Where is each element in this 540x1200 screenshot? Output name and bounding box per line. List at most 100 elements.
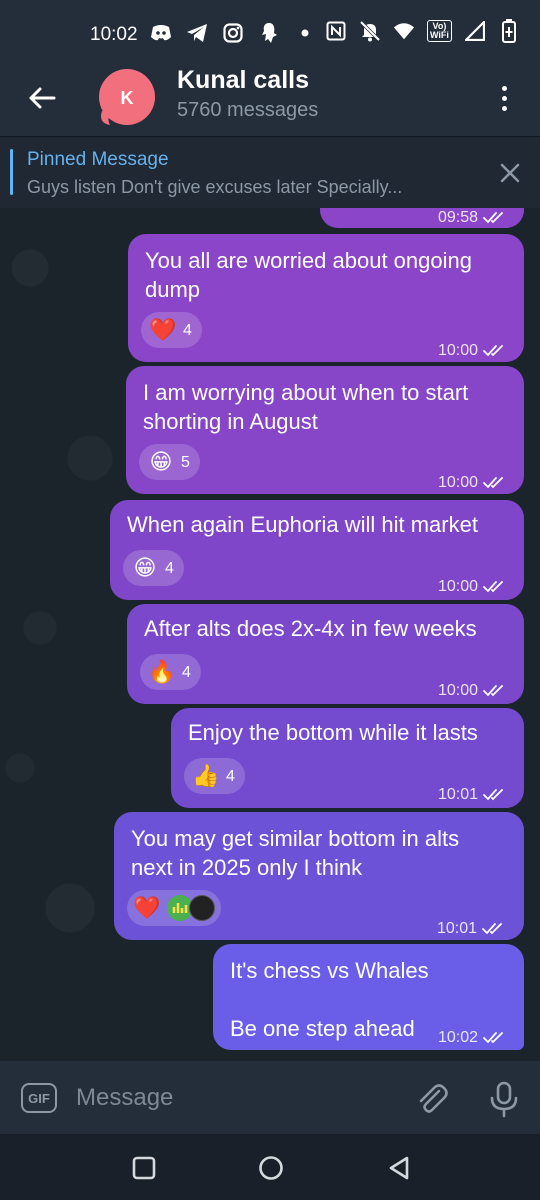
- volte-icon: Vo) WiFi: [427, 20, 452, 42]
- dot-icon: [294, 22, 316, 44]
- double-check-icon: [483, 344, 503, 356]
- double-check-icon: [482, 922, 502, 934]
- system-navigation-bar: [0, 1134, 540, 1200]
- message-text: You all are worried about ongoing dump: [145, 248, 472, 302]
- reaction-chip[interactable]: 😁 4: [123, 550, 184, 586]
- attach-button[interactable]: [412, 1079, 452, 1119]
- message-time: 09:58: [438, 208, 507, 232]
- time-text: 09:58: [438, 209, 479, 226]
- heart-emoji-icon: ❤️: [149, 317, 177, 342]
- message-text: It's chess vs Whales Be one step ahead: [230, 958, 429, 1041]
- message-composer: GIF: [0, 1061, 540, 1134]
- time-text: 10:00: [438, 682, 479, 699]
- chat-area[interactable]: ❤️ 09:58 You all are worried about ongoi…: [0, 208, 540, 1061]
- reaction-chip[interactable]: ❤️ 4: [141, 312, 202, 348]
- avatar[interactable]: K: [96, 67, 158, 129]
- message-bubble[interactable]: After alts does 2x-4x in few weeks 🔥 4 1…: [127, 604, 524, 704]
- dot: [501, 95, 507, 101]
- double-check-icon: [483, 211, 503, 223]
- square-icon: [132, 1156, 156, 1180]
- dot: [501, 105, 507, 111]
- reaction-count: 4: [226, 767, 235, 785]
- message-time: 10:00: [438, 336, 507, 365]
- dot: [501, 85, 507, 91]
- snapchat-icon: [258, 22, 280, 44]
- heart-emoji-icon: ❤️: [133, 895, 161, 920]
- message-text: You may get similar bottom in alts next …: [131, 826, 460, 880]
- close-pinned-button[interactable]: [496, 159, 524, 187]
- message-time: 10:00: [438, 676, 507, 705]
- time-text: 10:01: [437, 920, 478, 937]
- paperclip-icon: [419, 1084, 448, 1113]
- reactor-avatar: [189, 895, 215, 921]
- chat-title[interactable]: Kunal calls: [177, 66, 309, 95]
- message-text: When again Euphoria will hit market: [127, 512, 478, 537]
- message-bubble[interactable]: I am worrying about when to start shorti…: [126, 366, 524, 494]
- message-time: 10:02: [438, 1023, 507, 1052]
- pinned-title: Pinned Message: [27, 149, 169, 170]
- message-bubble[interactable]: It's chess vs Whales Be one step ahead 1…: [213, 944, 524, 1050]
- message-bubble[interactable]: Enjoy the bottom while it lasts 👍 4 10:0…: [171, 708, 524, 808]
- avatar-letter: K: [121, 88, 134, 108]
- message-bubble[interactable]: ❤️ 09:58: [320, 208, 524, 228]
- message-time: 10:00: [438, 468, 507, 497]
- gif-button[interactable]: GIF: [21, 1083, 57, 1113]
- more-options-button[interactable]: [490, 80, 518, 116]
- pinned-indicator: [10, 149, 13, 195]
- message-text: After alts does 2x-4x in few weeks: [144, 616, 477, 641]
- reaction-count: 5: [181, 453, 190, 471]
- time-text: 10:02: [438, 1029, 479, 1046]
- time-text: 10:00: [438, 342, 479, 359]
- back-button[interactable]: [22, 78, 62, 118]
- microphone-button[interactable]: [484, 1079, 524, 1119]
- time-text: 10:01: [438, 786, 479, 803]
- message-count: 5760 messages: [177, 99, 319, 121]
- telegram-icon: [186, 22, 208, 44]
- double-check-icon: [483, 1031, 503, 1043]
- message-text: I am worrying about when to start shorti…: [143, 380, 469, 434]
- nfc-icon: [325, 20, 347, 42]
- time-text: 10:00: [438, 474, 479, 491]
- pinned-message-bar[interactable]: Pinned Message Guys listen Don't give ex…: [0, 136, 540, 208]
- status-time: 10:02: [90, 24, 138, 45]
- message-text: Enjoy the bottom while it lasts: [188, 720, 478, 745]
- reaction-chip[interactable]: 😁 5: [139, 444, 200, 480]
- thumbs-up-emoji-icon: 👍: [192, 763, 220, 788]
- signal-icon: [464, 20, 486, 42]
- reaction-chip[interactable]: 👍 4: [184, 758, 245, 794]
- reaction-count: 4: [165, 559, 174, 577]
- recents-button[interactable]: [130, 1154, 158, 1182]
- message-bubble[interactable]: When again Euphoria will hit market 😁 4 …: [110, 500, 524, 600]
- discord-icon: [150, 22, 172, 44]
- reaction-chip[interactable]: ❤️: [127, 890, 221, 926]
- triangle-back-icon: [389, 1156, 409, 1180]
- fire-emoji-icon: 🔥: [148, 659, 176, 684]
- time-text: 10:00: [438, 578, 479, 595]
- pinned-text: Guys listen Don't give excuses later Spe…: [27, 177, 403, 197]
- grinning-emoji-icon: 😁: [149, 449, 173, 474]
- microphone-icon: [490, 1081, 518, 1118]
- circle-icon: [259, 1156, 283, 1180]
- message-input[interactable]: [76, 1081, 396, 1115]
- reaction-chip[interactable]: 🔥 4: [140, 654, 201, 690]
- back-nav-button[interactable]: [385, 1154, 413, 1182]
- chat-header: K Kunal calls 5760 messages: [0, 60, 540, 136]
- message-time: 10:00: [438, 572, 507, 601]
- grinning-emoji-icon: 😁: [133, 555, 157, 580]
- wifi-icon: [393, 20, 415, 42]
- home-button[interactable]: [257, 1154, 285, 1182]
- message-time: 10:01: [438, 780, 507, 809]
- reaction-count: 4: [183, 321, 192, 339]
- close-icon: [500, 163, 520, 183]
- double-check-icon: [483, 580, 503, 592]
- message-time: 10:01: [437, 914, 506, 943]
- battery-icon: [498, 19, 520, 43]
- double-check-icon: [483, 684, 503, 696]
- instagram-icon: [222, 22, 244, 44]
- reaction-count: 4: [182, 663, 191, 681]
- double-check-icon: [483, 476, 503, 488]
- message-bubble[interactable]: You all are worried about ongoing dump ❤…: [128, 234, 524, 362]
- status-bar: 10:02 Vo) WiFi: [0, 0, 540, 60]
- arrow-left-icon: [29, 87, 56, 109]
- message-bubble[interactable]: You may get similar bottom in alts next …: [114, 812, 524, 940]
